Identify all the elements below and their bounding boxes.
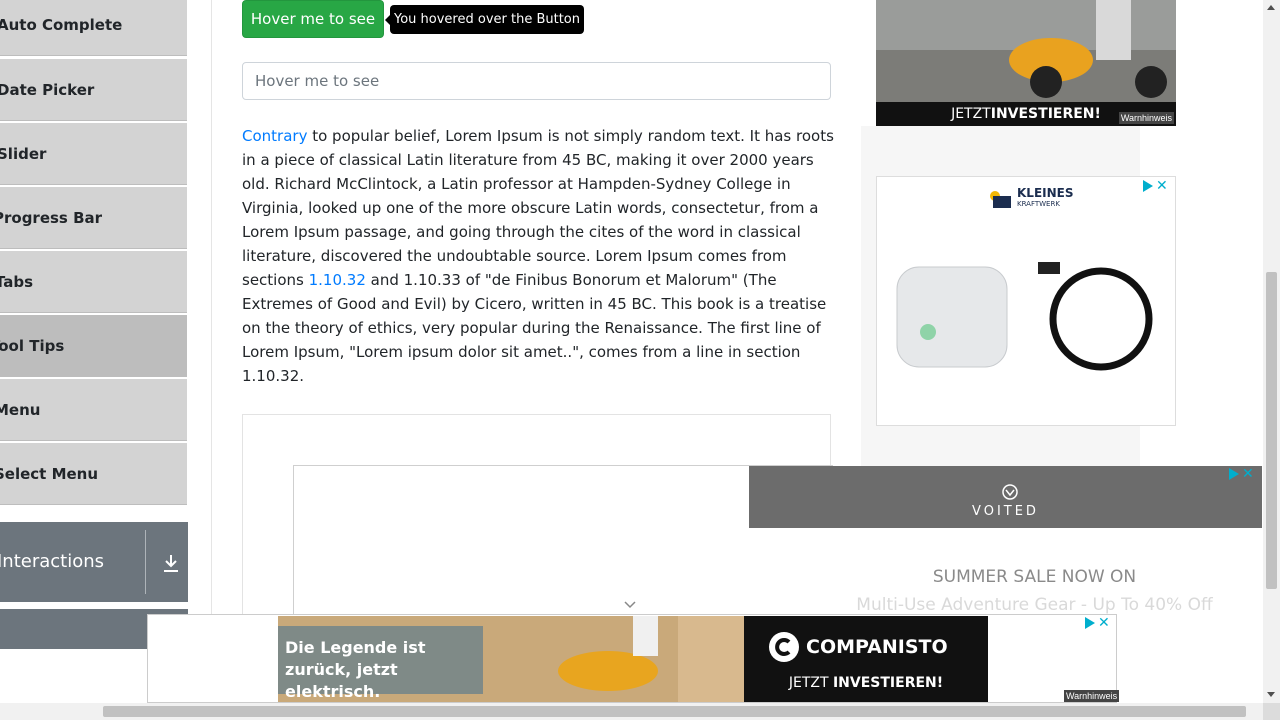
sidebar-item-label: Tabs (0, 272, 34, 291)
ad-cta-prefix: JETZT (951, 106, 991, 122)
hover-button[interactable]: Hover me to see (242, 0, 384, 38)
scooter-ad-image (876, 0, 1176, 102)
ad-bottom-headline: Die Legende ist zurück, jetzt elektrisch… (285, 638, 426, 701)
sidebar-item-select-menu[interactable]: Select Menu (0, 443, 187, 505)
chevron-down-icon[interactable] (623, 600, 637, 610)
adchoices-icon[interactable]: ✕ (1143, 179, 1173, 193)
brand-line-1: KLEINES (1017, 186, 1074, 200)
sidebar-item-tool-tips[interactable]: Tool Tips (0, 315, 187, 377)
paragraph-text-1: to popular belief, Lorem Ipsum is not si… (242, 127, 834, 289)
sidebar-group-interactions[interactable]: Interactions (0, 522, 188, 602)
scrollbar-corner (1263, 703, 1280, 720)
ad-cta-bold: INVESTIEREN! (832, 675, 944, 691)
voited-logo-icon (1002, 484, 1018, 500)
sidebar: Auto Complete Date Picker Slider Progres… (0, 0, 188, 649)
sidebar-item-label: Auto Complete (0, 15, 123, 34)
sidebar-item-tabs[interactable]: Tabs (0, 251, 187, 313)
companisto-brand: COMPANISTO (806, 636, 948, 658)
scroll-down-icon[interactable] (1267, 692, 1275, 697)
group-divider (145, 530, 146, 594)
adchoices-icon[interactable]: ✕ (1085, 616, 1115, 630)
sidebar-item-label: Tool Tips (0, 336, 65, 355)
sidebar-item-label: Slider (0, 144, 47, 163)
sidebar-item-label: Select Menu (0, 464, 99, 483)
horizontal-scroll-thumb[interactable] (103, 706, 1246, 717)
voited-subline: Multi-Use Adventure Gear - Up To 40% Off (856, 595, 1213, 615)
ad-cta-prefix: JETZT (788, 675, 833, 691)
ad-bottom-banner[interactable]: Die Legende ist zurück, jetzt elektrisch… (147, 614, 1120, 703)
sidebar-item-menu[interactable]: Menu (0, 379, 187, 441)
ad-cta-bold: INVESTIEREN! (990, 106, 1101, 122)
sidebar-item-label: Date Picker (0, 80, 95, 99)
sidebar-item-label: Progress Bar (0, 208, 103, 227)
sidebar-item-date-picker[interactable]: Date Picker (0, 59, 187, 121)
ad-bottom-cta: JETZT INVESTIEREN! (744, 675, 988, 691)
kleines-kraftwerk-logo: KLEINES KRAFTWERK (987, 185, 1077, 213)
ad-warning-label: Warnhinweis (1118, 112, 1174, 124)
sidebar-item-slider[interactable]: Slider (0, 123, 187, 185)
content-divider (211, 0, 212, 645)
voited-headline: SUMMER SALE NOW ON (932, 567, 1137, 587)
tooltip-paragraph: Contrary to popular belief, Lorem Ipsum … (242, 124, 834, 388)
scooter-ad-image (558, 616, 744, 702)
tooltip-text-field[interactable] (242, 62, 831, 100)
sidebar-item-label: Menu (0, 400, 41, 419)
tooltip: You hovered over the Button (385, 5, 584, 34)
brand-line-2: KRAFTWERK (1017, 200, 1060, 208)
ad-top-banner[interactable]: JETZT INVESTIEREN! Warnhinweis (876, 0, 1176, 126)
vertical-scrollbar[interactable] (1263, 0, 1280, 703)
vertical-scroll-thumb[interactable] (1266, 272, 1277, 589)
scroll-up-icon[interactable] (1267, 5, 1275, 10)
horizontal-scrollbar[interactable] (0, 703, 1263, 720)
download-icon[interactable] (161, 552, 181, 574)
adchoices-icon[interactable]: ✕ (1229, 467, 1259, 481)
companisto-c-icon (769, 632, 799, 662)
contrary-link[interactable]: Contrary (242, 127, 307, 145)
product-image (896, 262, 1153, 371)
voited-brand: VOITED (972, 504, 1039, 519)
sidebar-item-auto-complete[interactable]: Auto Complete (0, 0, 187, 56)
solar-panel-icon (990, 191, 1011, 208)
section-link[interactable]: 1.10.32 (309, 271, 366, 289)
sidebar-item-progress-bar[interactable]: Progress Bar (0, 187, 187, 249)
companisto-logo: COMPANISTO (768, 631, 948, 663)
ad-warning-label: Warnhinweis (1064, 690, 1120, 702)
ad-kleines-kraftwerk[interactable]: ✕ KLEINES KRAFTWERK (876, 176, 1176, 426)
group-title: Interactions (0, 551, 105, 572)
